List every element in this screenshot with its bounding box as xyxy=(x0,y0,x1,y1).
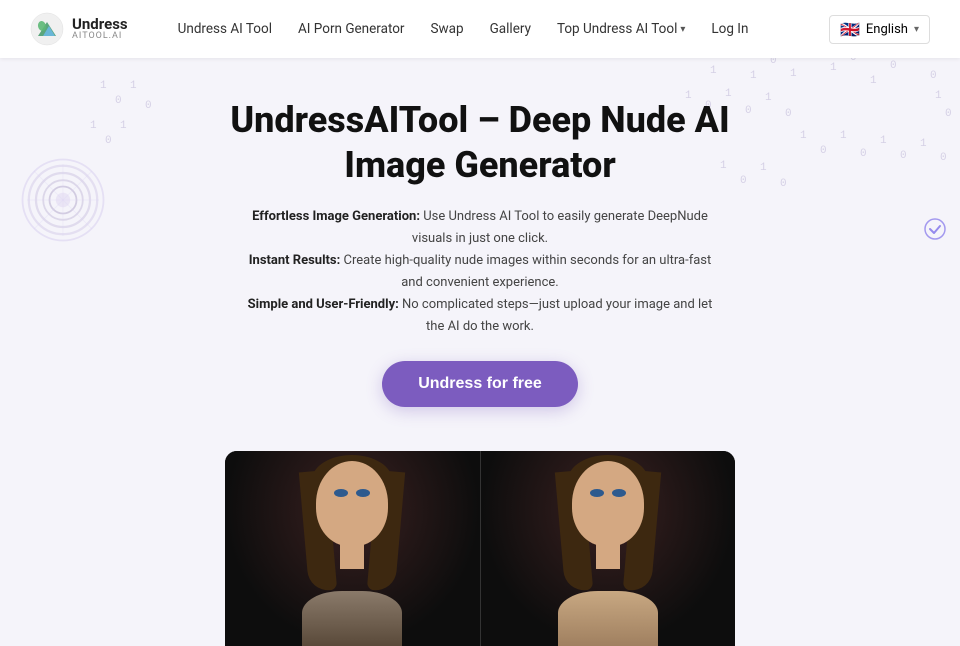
hero-description: Effortless Image Generation: Use Undress… xyxy=(240,206,720,339)
nav-top-undress[interactable]: Top Undress AI Tool ▾ xyxy=(547,15,695,43)
logo-sub-text: AITOOL.AI xyxy=(72,32,128,42)
nav-ai-porn-generator[interactable]: AI Porn Generator xyxy=(288,15,415,43)
language-selector[interactable]: 🇬🇧 English ▾ xyxy=(829,15,930,44)
hero-title: UndressAITool – Deep Nude AI Image Gener… xyxy=(180,98,780,188)
demo-image-after xyxy=(481,451,736,646)
nav-right: 🇬🇧 English ▾ xyxy=(829,15,930,44)
hero-desc-text-3: No complicated steps—just upload your im… xyxy=(402,297,712,334)
hero-desc-bold-3: Simple and User-Friendly: xyxy=(248,297,399,312)
logo[interactable]: Undress AITOOL.AI xyxy=(30,12,128,46)
hero-desc-bold-2: Instant Results: xyxy=(249,253,341,268)
hero-section: UndressAITool – Deep Nude AI Image Gener… xyxy=(0,58,960,427)
hero-desc-text-2: Create high-quality nude images within s… xyxy=(344,253,712,290)
nav-swap[interactable]: Swap xyxy=(421,15,474,43)
logo-text: Undress AITOOL.AI xyxy=(72,16,128,42)
demo-section xyxy=(0,451,960,646)
lang-chevron-icon: ▾ xyxy=(914,24,919,35)
flag-icon: 🇬🇧 xyxy=(840,20,860,39)
portrait-before xyxy=(225,451,480,646)
nav-undress-ai-tool[interactable]: Undress AI Tool xyxy=(168,15,282,43)
chevron-down-icon: ▾ xyxy=(680,24,685,35)
undress-cta-button[interactable]: Undress for free xyxy=(382,361,578,407)
hero-desc-text-1: Use Undress AI Tool to easily generate D… xyxy=(412,209,708,246)
demo-image-before xyxy=(225,451,481,646)
nav-gallery[interactable]: Gallery xyxy=(480,15,541,43)
logo-main-text: Undress xyxy=(72,16,128,33)
navbar: Undress AITOOL.AI Undress AI Tool AI Por… xyxy=(0,0,960,58)
demo-images-container xyxy=(225,451,735,646)
nav-login[interactable]: Log In xyxy=(701,15,758,43)
nav-links: Undress AI Tool AI Porn Generator Swap G… xyxy=(168,15,829,43)
hero-desc-bold-1: Effortless Image Generation: xyxy=(252,209,420,224)
portrait-after xyxy=(481,451,736,646)
logo-icon xyxy=(30,12,64,46)
language-label: English xyxy=(866,22,908,37)
